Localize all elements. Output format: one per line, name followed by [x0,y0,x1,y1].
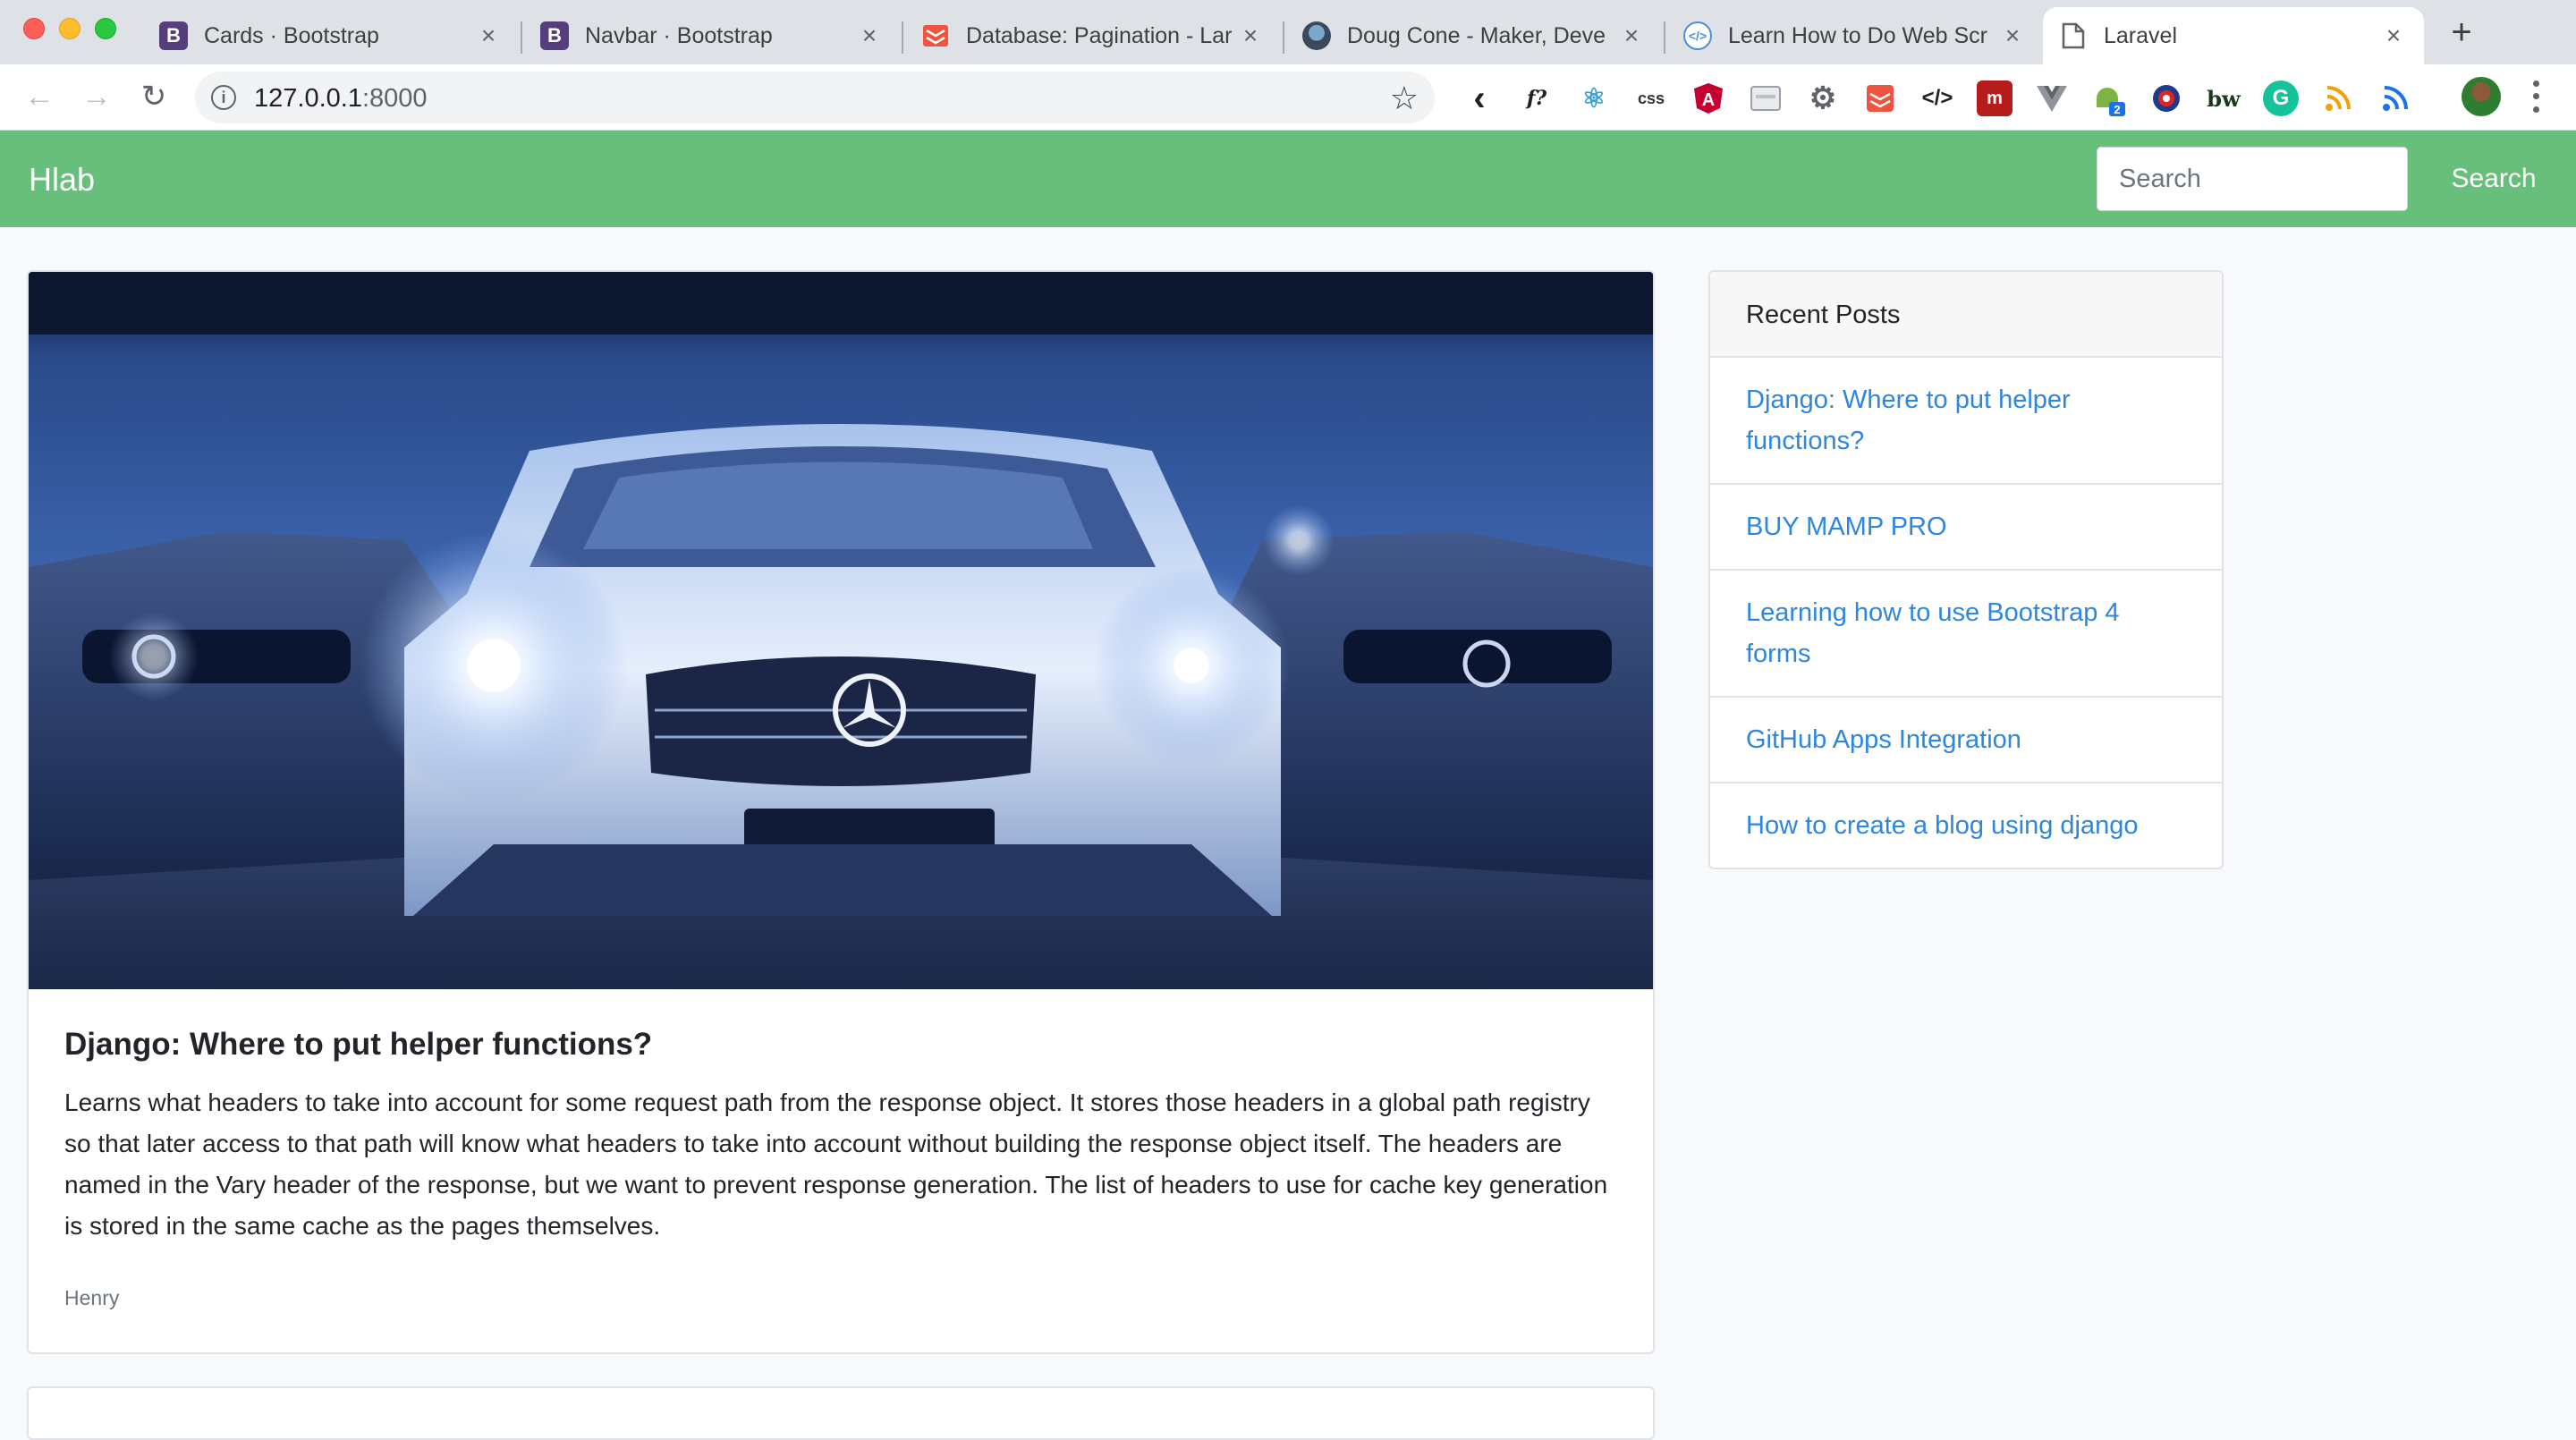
browser-menu-icon[interactable] [2522,77,2549,116]
browser-tab[interactable]: Doug Cone - Maker, Deve × [1286,7,1662,64]
svg-text:A: A [1702,90,1715,110]
avatar-icon [1302,21,1331,50]
laravel-icon [921,21,950,50]
android-extension-icon[interactable]: 2 [2091,80,2127,116]
new-tab-button[interactable]: + [2442,13,2481,52]
next-post-card [27,1386,1655,1440]
back-arrow-icon[interactable]: ← [20,77,59,116]
maximize-window-button[interactable] [95,18,116,39]
browser-toolbar: ← → ↻ i 127.0.0.1:8000 ☆ ‹ f? ⚛ css A ⚙ … [0,64,2576,131]
close-tab-icon[interactable]: × [1619,21,1644,49]
bootstrap-icon: B [159,21,188,50]
grammarly-extension-icon[interactable]: G [2263,80,2299,116]
chevron-left-extension-icon[interactable]: ‹ [1462,79,1497,118]
address-url: 127.0.0.1:8000 [254,84,428,113]
close-tab-icon[interactable]: × [2381,21,2406,49]
tab-title: Doug Cone - Maker, Deve [1347,22,1606,48]
angular-extension-icon[interactable]: A [1690,80,1726,116]
recent-post-link[interactable]: How to create a blog using django [1710,784,2222,868]
recent-post-link[interactable]: Django: Where to put helper functions? [1710,358,2222,485]
recent-post-link[interactable]: GitHub Apps Integration [1710,698,2222,784]
browser-tab-active[interactable]: Laravel × [2043,7,2424,64]
reload-icon[interactable]: ↻ [134,77,174,116]
close-tab-icon[interactable]: × [1238,21,1263,49]
css-extension-icon[interactable]: css [1633,80,1669,116]
forward-arrow-icon[interactable]: → [77,77,116,116]
browser-tab-strip: B Cards · Bootstrap × B Navbar · Bootstr… [0,0,2576,64]
recent-posts-sidebar: Recent Posts Django: Where to put helper… [1708,270,2224,869]
close-tab-icon[interactable]: × [476,21,501,49]
browser-tab[interactable]: B Navbar · Bootstrap × [524,7,900,64]
post-author: Henry [64,1286,120,1309]
svg-text:2: 2 [2114,103,2120,116]
navbar-brand[interactable]: Hlab [29,161,95,199]
search-input[interactable] [2097,147,2408,211]
post-title[interactable]: Django: Where to put helper functions? [64,1023,1621,1066]
profile-avatar[interactable] [2462,77,2501,116]
search-button[interactable]: Search [2426,147,2562,211]
browser-tab[interactable]: Database: Pagination - Lar × [905,7,1281,64]
recent-post-link[interactable]: Learning how to use Bootstrap 4 forms [1710,571,2222,698]
info-icon[interactable]: i [211,85,236,110]
sidebar-title: Recent Posts [1710,272,2222,358]
tab-title: Laravel [2104,22,2177,48]
post-image [29,272,1653,989]
post-card-body: Django: Where to put helper functions? L… [64,1023,1621,1310]
post-card: Django: Where to put helper functions? L… [27,270,1655,1354]
feed-extension-icon[interactable] [2377,80,2413,116]
close-window-button[interactable] [23,18,45,39]
bookmark-star-icon[interactable]: ☆ [1390,80,1419,117]
close-tab-icon[interactable]: × [2000,21,2025,49]
tab-title: Navbar · Bootstrap [585,22,773,48]
bootstrap-icon: B [540,21,569,50]
tab-title: Database: Pagination - Lar [966,22,1233,48]
gear-extension-icon[interactable]: ⚙ [1805,80,1841,116]
recent-post-link[interactable]: BUY MAMP PRO [1710,485,2222,571]
browser-tab[interactable]: B Cards · Bootstrap × [143,7,519,64]
fontface-extension-icon[interactable]: f? [1519,80,1555,116]
web-icon: </> [1683,21,1712,50]
close-tab-icon[interactable]: × [857,21,882,49]
page-icon [2059,21,2088,50]
minimize-window-button[interactable] [59,18,80,39]
address-bar[interactable]: i 127.0.0.1:8000 ☆ [195,72,1435,123]
web-developer-extension-icon[interactable] [1748,80,1784,116]
bw-extension-icon[interactable]: bw [2206,80,2241,116]
post-excerpt: Learns what headers to take into account… [64,1088,1608,1240]
rss-extension-icon[interactable] [2320,80,2356,116]
laravel-extension-icon[interactable] [1862,80,1898,116]
tab-title: Cards · Bootstrap [204,22,379,48]
m-extension-icon[interactable]: m [1977,80,2012,116]
tab-title: Learn How to Do Web Scr [1728,22,1987,48]
code-extension-icon[interactable]: </> [1919,80,1955,116]
globe-extension-icon[interactable] [2148,80,2184,116]
site-navbar: Hlab Search [0,131,2576,227]
vue-extension-icon[interactable] [2034,80,2070,116]
react-extension-icon[interactable]: ⚛ [1576,80,1612,116]
browser-tab[interactable]: </> Learn How to Do Web Scr × [1667,7,2043,64]
